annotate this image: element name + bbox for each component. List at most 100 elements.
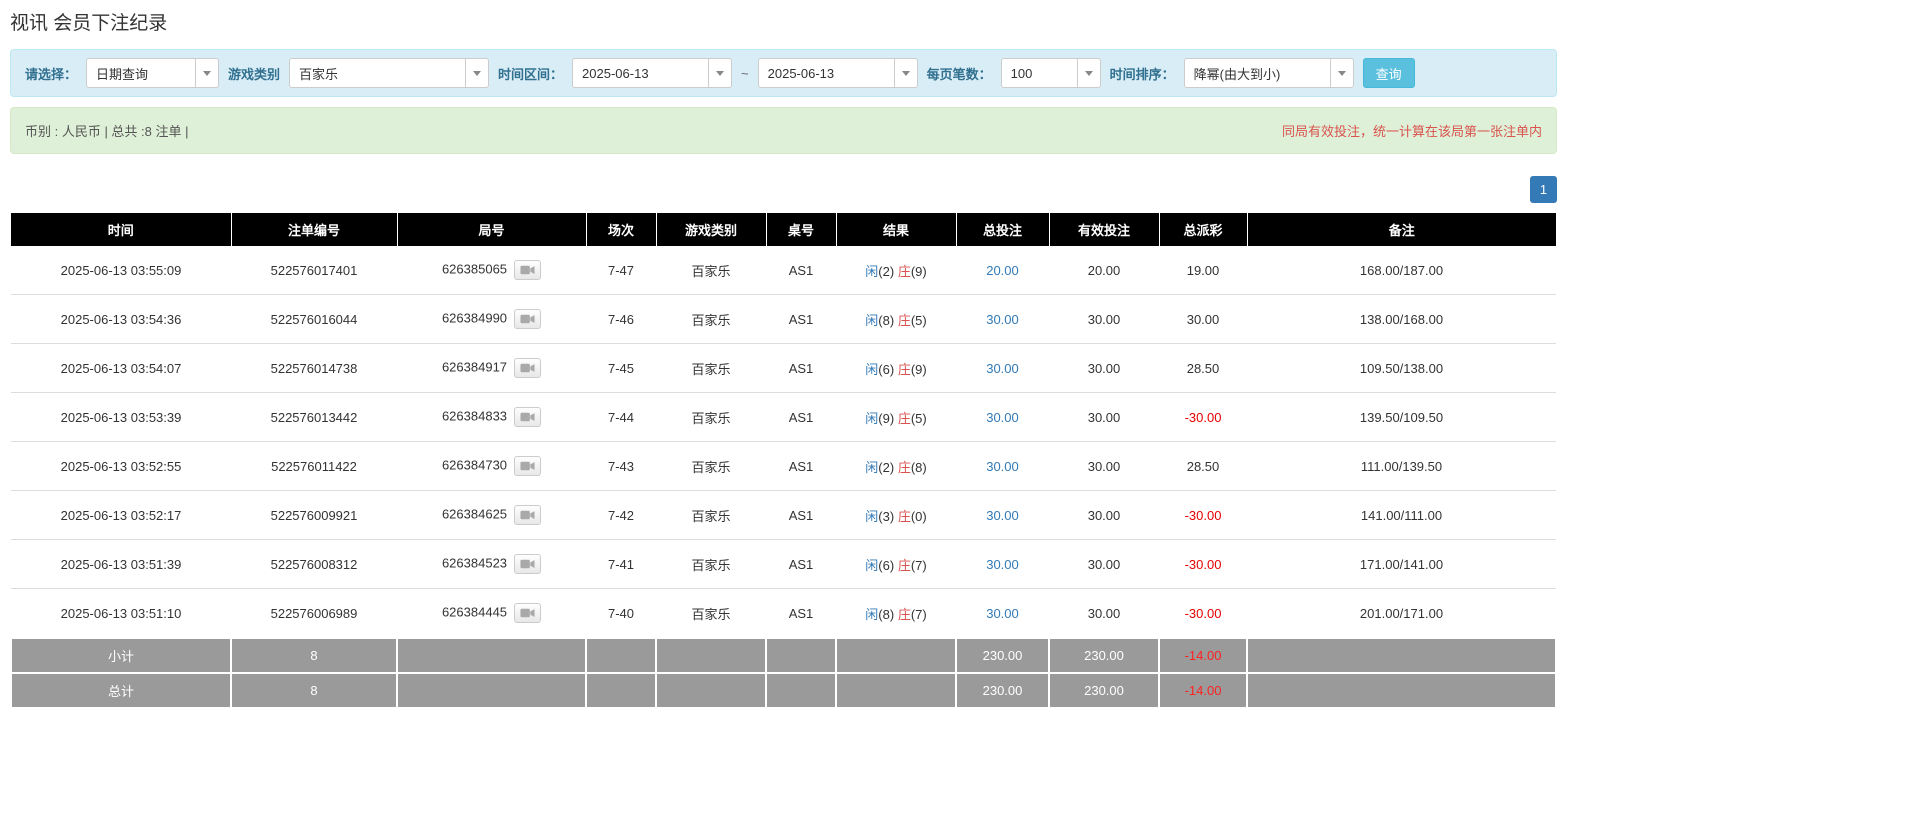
cell-bet-id: 522576017401	[231, 246, 397, 295]
column-header-result: 结果	[836, 213, 956, 246]
total-row: 总计8230.00230.00-14.00	[11, 673, 1556, 708]
cell-total-bet: 30.00	[956, 393, 1049, 442]
cell-table-no: AS1	[766, 491, 836, 540]
cell-bet-id: 522576011422	[231, 442, 397, 491]
column-header-bet-id: 注单编号	[231, 213, 397, 246]
total-bet-link[interactable]: 30.00	[986, 557, 1019, 572]
table-row: 2025-06-13 03:53:39522576013442626384833…	[11, 393, 1556, 442]
date-to-select[interactable]: 2025-06-13	[758, 58, 918, 88]
cell-table-no: AS1	[766, 442, 836, 491]
cell-remark: 171.00/141.00	[1247, 540, 1556, 589]
camera-icon	[520, 264, 535, 276]
replay-video-button[interactable]	[514, 603, 541, 623]
chevron-down-icon	[1330, 59, 1353, 87]
cell-total-bet: 30.00	[956, 442, 1049, 491]
cell-session: 7-47	[586, 246, 656, 295]
replay-video-button[interactable]	[514, 407, 541, 427]
camera-icon	[520, 558, 535, 570]
cell-time: 2025-06-13 03:51:39	[11, 540, 231, 589]
cell-round: 626384833	[397, 393, 586, 442]
camera-icon	[520, 607, 535, 619]
cell-table-no: AS1	[766, 344, 836, 393]
subtotal-row: 小计8230.00230.00-14.00	[11, 638, 1556, 673]
column-header-table-no: 桌号	[766, 213, 836, 246]
game-type-select[interactable]: 百家乐	[289, 58, 489, 88]
records-table: 时间 注单编号 局号 场次 游戏类别 桌号 结果 总投注 有效投注 总派彩 备注…	[10, 213, 1557, 709]
cell-time: 2025-06-13 03:52:17	[11, 491, 231, 540]
table-row: 2025-06-13 03:52:17522576009921626384625…	[11, 491, 1556, 540]
cell-table-no: AS1	[766, 246, 836, 295]
total-bet-link[interactable]: 30.00	[986, 508, 1019, 523]
column-header-time: 时间	[11, 213, 231, 246]
cell-bet-id: 522576009921	[231, 491, 397, 540]
table-row: 2025-06-13 03:54:36522576016044626384990…	[11, 295, 1556, 344]
cell-session: 7-40	[586, 589, 656, 639]
cell-valid-bet: 20.00	[1049, 246, 1159, 295]
cell-game: 百家乐	[656, 491, 766, 540]
cell-remark: 109.50/138.00	[1247, 344, 1556, 393]
summary-valid-bet: 230.00	[1049, 673, 1159, 708]
total-bet-link[interactable]: 30.00	[986, 606, 1019, 621]
cell-payout: 28.50	[1159, 442, 1247, 491]
replay-video-button[interactable]	[514, 554, 541, 574]
cell-time: 2025-06-13 03:51:10	[11, 589, 231, 639]
date-type-select[interactable]: 日期查询	[86, 58, 219, 88]
cell-result: 闲(8) 庄(5)	[836, 295, 956, 344]
cell-remark: 141.00/111.00	[1247, 491, 1556, 540]
cell-valid-bet: 30.00	[1049, 540, 1159, 589]
cell-valid-bet: 30.00	[1049, 393, 1159, 442]
cell-remark: 138.00/168.00	[1247, 295, 1556, 344]
page-button-1[interactable]: 1	[1530, 176, 1557, 203]
cell-payout: 30.00	[1159, 295, 1247, 344]
cell-session: 7-42	[586, 491, 656, 540]
page-title: 视讯 会员下注纪录	[10, 8, 1557, 35]
replay-video-button[interactable]	[514, 456, 541, 476]
sort-order-select[interactable]: 降幂(由大到小)	[1184, 58, 1354, 88]
cell-bet-id: 522576014738	[231, 344, 397, 393]
summary-payout: -14.00	[1159, 673, 1247, 708]
replay-video-button[interactable]	[514, 260, 541, 280]
summary-payout: -14.00	[1159, 638, 1247, 673]
cell-session: 7-41	[586, 540, 656, 589]
chevron-down-icon	[708, 59, 731, 87]
replay-video-button[interactable]	[514, 358, 541, 378]
cell-remark: 139.50/109.50	[1247, 393, 1556, 442]
column-header-payout: 总派彩	[1159, 213, 1247, 246]
table-body: 2025-06-13 03:55:09522576017401626385065…	[11, 246, 1556, 708]
cell-time: 2025-06-13 03:53:39	[11, 393, 231, 442]
total-bet-link[interactable]: 30.00	[986, 312, 1019, 327]
info-bar: 币别 : 人民币 | 总共 :8 注单 | 同局有效投注，统一计算在该局第一张注…	[10, 107, 1557, 154]
cell-payout: 28.50	[1159, 344, 1247, 393]
filter-bar: 请选择： 日期查询 游戏类别 百家乐 时间区间： 2025-06-13 ~ 20…	[10, 49, 1557, 97]
total-bet-link[interactable]: 30.00	[986, 361, 1019, 376]
cell-result: 闲(6) 庄(7)	[836, 540, 956, 589]
camera-icon	[520, 362, 535, 374]
cell-game: 百家乐	[656, 540, 766, 589]
cell-game: 百家乐	[656, 589, 766, 639]
total-bet-link[interactable]: 30.00	[986, 459, 1019, 474]
column-header-game: 游戏类别	[656, 213, 766, 246]
cell-table-no: AS1	[766, 540, 836, 589]
cell-total-bet: 30.00	[956, 540, 1049, 589]
cell-bet-id: 522576008312	[231, 540, 397, 589]
time-range-label: 时间区间：	[498, 64, 563, 83]
page-size-select[interactable]: 100	[1001, 58, 1101, 88]
column-header-total-bet: 总投注	[956, 213, 1049, 246]
cell-round: 626384625	[397, 491, 586, 540]
table-row: 2025-06-13 03:52:55522576011422626384730…	[11, 442, 1556, 491]
cell-bet-id: 522576016044	[231, 295, 397, 344]
summary-total-bet: 230.00	[956, 638, 1049, 673]
total-bet-link[interactable]: 30.00	[986, 410, 1019, 425]
date-from-select[interactable]: 2025-06-13	[572, 58, 732, 88]
game-type-label: 游戏类别	[228, 64, 280, 83]
camera-icon	[520, 313, 535, 325]
summary-label: 小计	[11, 638, 231, 673]
replay-video-button[interactable]	[514, 309, 541, 329]
replay-video-button[interactable]	[514, 505, 541, 525]
total-bet-link[interactable]: 20.00	[986, 263, 1019, 278]
chevron-down-icon	[894, 59, 917, 87]
table-row: 2025-06-13 03:54:07522576014738626384917…	[11, 344, 1556, 393]
cell-result: 闲(9) 庄(5)	[836, 393, 956, 442]
column-header-round: 局号	[397, 213, 586, 246]
search-button[interactable]: 查询	[1363, 58, 1415, 88]
